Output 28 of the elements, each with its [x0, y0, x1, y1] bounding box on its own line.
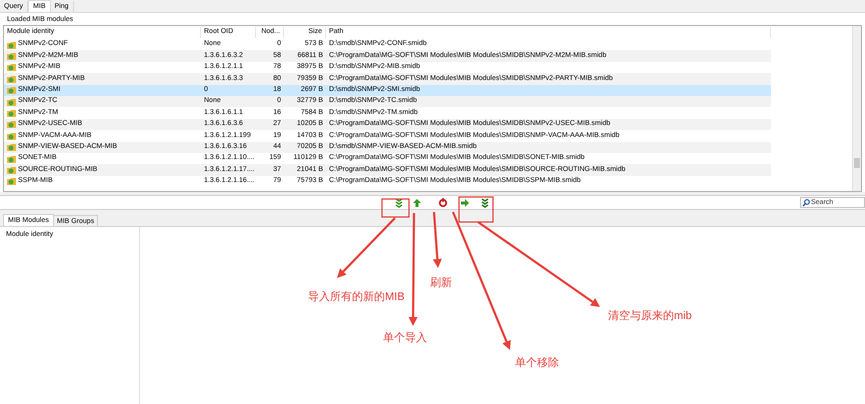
- module-icon: [7, 166, 16, 174]
- arrow-up-button[interactable]: [412, 198, 422, 208]
- arrow: [432, 212, 442, 268]
- annotation-label: 导入所有的新的MIB: [308, 291, 405, 304]
- search-icon: [802, 198, 810, 206]
- module-icon: [7, 177, 16, 186]
- scrollbar[interactable]: [852, 26, 861, 191]
- annotation-label: 清空与原来的mib: [608, 310, 692, 323]
- module-icon: [7, 86, 16, 94]
- module-icon: [7, 40, 16, 49]
- module-icon: [7, 143, 16, 152]
- power-button[interactable]: [438, 198, 448, 208]
- highlight-frame: [458, 196, 494, 223]
- module-icon: [7, 154, 16, 163]
- module-icon: [7, 120, 16, 128]
- annotation-label: 单个移除: [515, 357, 559, 370]
- module-icon: [7, 74, 16, 83]
- chevrons-down-button[interactable]: [480, 198, 490, 208]
- arrow: [337, 217, 396, 278]
- annotation-label: 单个导入: [383, 332, 427, 345]
- module-icon: [7, 132, 16, 140]
- module-icon: [7, 109, 16, 118]
- module-icon: [7, 63, 16, 72]
- module-icon: [7, 52, 16, 60]
- chevrons-down-button[interactable]: [394, 198, 404, 208]
- annotation-label: 刷新: [430, 277, 452, 290]
- module-icon: [7, 98, 16, 106]
- highlight-frame: [381, 198, 410, 218]
